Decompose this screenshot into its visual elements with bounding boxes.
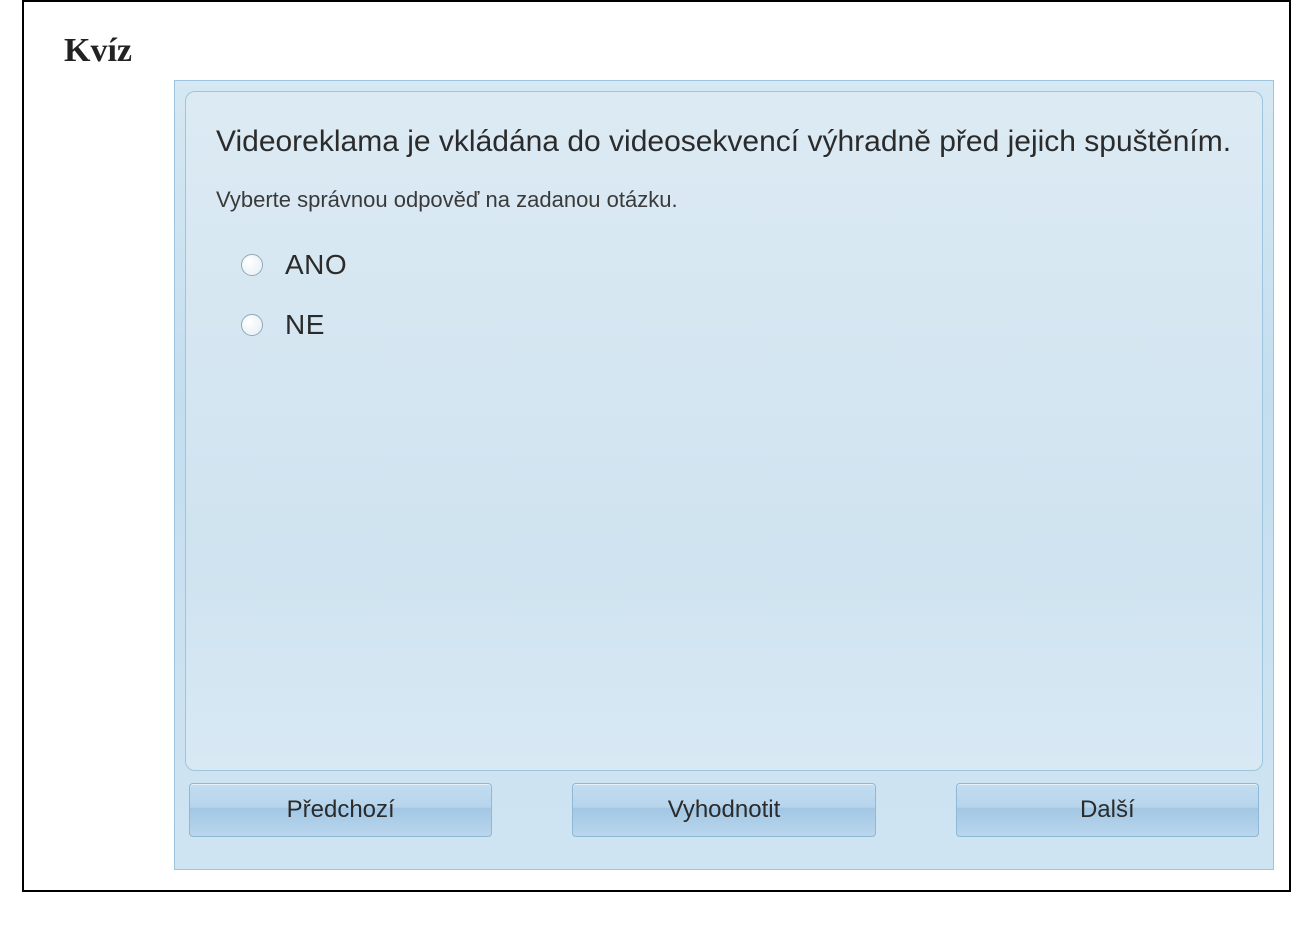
next-button[interactable]: Další — [956, 783, 1259, 837]
option-yes[interactable]: ANO — [241, 249, 1232, 281]
option-no[interactable]: NE — [241, 309, 1232, 341]
option-label: ANO — [285, 249, 347, 281]
instruction-text: Vyberte správnou odpověď na zadanou otáz… — [216, 187, 1232, 213]
options-group: ANO NE — [216, 249, 1232, 341]
evaluate-button[interactable]: Vyhodnotit — [572, 783, 875, 837]
question-card: Videoreklama je vkládána do videosekvenc… — [185, 91, 1263, 771]
quiz-panel: Videoreklama je vkládána do videosekvenc… — [174, 80, 1274, 870]
button-row: Předchozí Vyhodnotit Další — [185, 783, 1263, 837]
page-frame: Kvíz Videoreklama je vkládána do videose… — [22, 0, 1291, 892]
radio-icon[interactable] — [241, 314, 263, 336]
previous-button[interactable]: Předchozí — [189, 783, 492, 837]
question-text: Videoreklama je vkládána do videosekvenc… — [216, 122, 1232, 163]
page-title: Kvíz — [64, 32, 1269, 70]
radio-icon[interactable] — [241, 254, 263, 276]
option-label: NE — [285, 309, 325, 341]
